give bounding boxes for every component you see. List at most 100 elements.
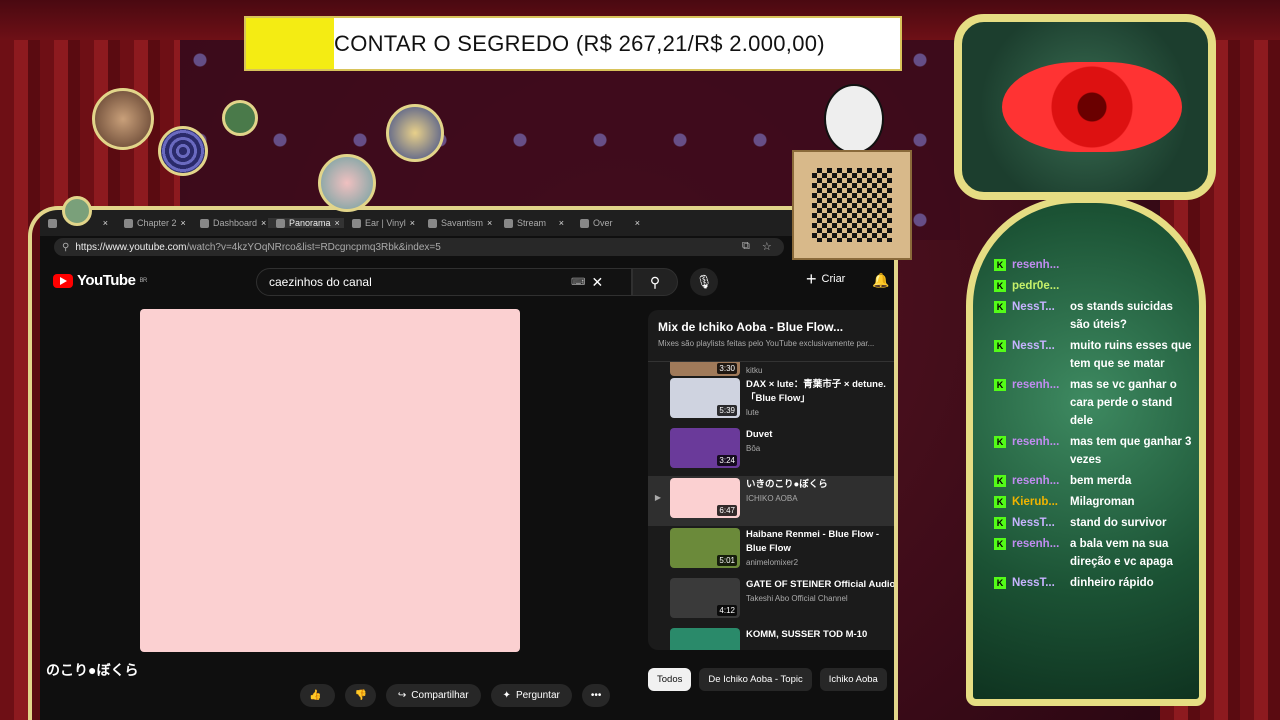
dislike-button[interactable]: 👎: [345, 684, 376, 707]
tab-strip: × Chapter 2 × Dashboard × Panorama × Ear | Viny…: [40, 210, 898, 236]
like-button[interactable]: 👍: [300, 684, 336, 707]
browser-tab[interactable]: Over ×: [572, 218, 648, 228]
playlist-item-title: DAX × lute：青葉市子 × detune.「Blue Flow」: [746, 379, 886, 404]
chat-username[interactable]: resenh...: [1012, 535, 1070, 571]
browser-tab[interactable]: Ear | Vinyl ×: [344, 218, 420, 228]
youtube-logo[interactable]: YouTube BR: [53, 272, 147, 289]
browser-tab[interactable]: Chapter 2 ×: [116, 218, 192, 228]
partial-channel: kitku: [746, 366, 763, 375]
chat-username[interactable]: resenh...: [1012, 472, 1070, 490]
video-thumbnail[interactable]: 4:12: [670, 578, 740, 618]
translate-icon[interactable]: ⧉: [742, 240, 750, 253]
create-button[interactable]: + Criar: [806, 270, 846, 288]
ask-label: Perguntar: [515, 690, 560, 701]
close-tab-icon[interactable]: ×: [261, 218, 266, 228]
bookmark-star-icon[interactable]: ☆: [762, 240, 772, 253]
site-info-icon[interactable]: ⚲: [62, 242, 69, 253]
browser-tab[interactable]: Panorama ×: [268, 218, 344, 228]
chat-username[interactable]: NessT...: [1012, 574, 1070, 592]
playlist-item[interactable]: KOMM, SUSSER TOD M-10: [648, 626, 898, 650]
notifications-bell-icon[interactable]: 🔔: [872, 272, 889, 289]
browser-tab[interactable]: Savantism ×: [420, 218, 496, 228]
close-tab-icon[interactable]: ×: [335, 218, 340, 228]
kick-badge-icon: K: [994, 496, 1006, 508]
filter-chips: Todos De Ichiko Aoba - Topic Ichiko Aoba: [648, 668, 887, 691]
voice-search-button[interactable]: 🎙: [690, 268, 718, 296]
playlist-subtitle: Mixes são playlists feitas pelo YouTube …: [658, 339, 875, 348]
chat-message: K NessT... stand do survivor: [994, 514, 1194, 532]
playlist-title[interactable]: Mix de Ichiko Aoba - Blue Flow...: [658, 320, 888, 334]
chat-text: os stands suicidas são úteis?: [1070, 301, 1173, 331]
eye-frame: [954, 14, 1216, 200]
playlist-item-title: KOMM, SUSSER TOD M-10: [746, 629, 868, 640]
avatar: [158, 126, 208, 176]
ask-button[interactable]: ✦ Perguntar: [490, 684, 572, 707]
chat-text: mas tem que ganhar 3 vezes: [1070, 436, 1192, 466]
address-bar[interactable]: ⚲ https://www.youtube.com/watch?v=4kzYOq…: [54, 238, 784, 256]
avatar: [318, 154, 376, 212]
kick-badge-icon: K: [994, 577, 1006, 589]
search-box: ⌨ ✕: [256, 268, 632, 296]
close-tab-icon[interactable]: ×: [410, 218, 415, 228]
tab-favicon-icon: [200, 218, 209, 228]
chat-text: dinheiro rápido: [1070, 577, 1154, 589]
tab-favicon-icon: [504, 218, 513, 228]
playlist-item[interactable]: 5:39 DAX × lute：青葉市子 × detune.「Blue Flow」…: [648, 376, 898, 426]
url-host: https://www.youtube.com: [75, 241, 187, 253]
search-icon: ⚲: [649, 274, 661, 290]
video-thumbnail[interactable]: 5:39: [670, 378, 740, 418]
chat-panel: Kresenh... Kpedr0e... K NessT... os stands s…: [994, 256, 1194, 595]
chat-username[interactable]: Kierub...: [1012, 493, 1070, 511]
clear-search-icon[interactable]: ✕: [591, 274, 603, 291]
video-thumbnail[interactable]: 6:47: [670, 478, 740, 518]
chat-username[interactable]: resenh...: [1012, 256, 1070, 274]
browser-tab[interactable]: Dashboard ×: [192, 218, 268, 228]
chat-username[interactable]: resenh...: [1012, 376, 1070, 430]
video-player[interactable]: [140, 309, 520, 652]
mascot-character: [824, 84, 884, 154]
chat-text: a bala vem na sua direção e vc apaga: [1070, 538, 1173, 568]
chat-username[interactable]: NessT...: [1012, 514, 1070, 532]
chat-text: muito ruins esses que tem que se matar: [1070, 340, 1192, 370]
close-tab-icon[interactable]: ×: [559, 218, 564, 228]
close-tab-icon[interactable]: ×: [181, 218, 186, 228]
filter-chip[interactable]: Ichiko Aoba: [819, 668, 887, 691]
playlist-header: Mix de Ichiko Aoba - Blue Flow... Mixes …: [648, 310, 898, 362]
playlist-item-title: Haibane Renmei - Blue Flow - Blue Flow: [746, 529, 880, 554]
sparkle-icon: ✦: [502, 690, 511, 701]
playlist-index: [652, 428, 664, 474]
video-thumbnail[interactable]: [670, 628, 740, 650]
browser-tab[interactable]: Stream ×: [496, 218, 572, 228]
chat-username[interactable]: NessT...: [1012, 298, 1070, 334]
keyboard-icon[interactable]: ⌨: [571, 277, 585, 288]
more-actions-button[interactable]: •••: [581, 684, 611, 707]
playlist-item[interactable]: 5:01 Haibane Renmei - Blue Flow - Blue Fl…: [648, 526, 898, 576]
playlist-item[interactable]: 3:24 Duvet Bôa: [648, 426, 898, 476]
chat-username[interactable]: pedr0e...: [1012, 277, 1070, 295]
video-thumbnail[interactable]: 5:01: [670, 528, 740, 568]
close-tab-icon[interactable]: ×: [103, 218, 108, 228]
tab-label: Ear | Vinyl: [365, 218, 406, 228]
close-tab-icon[interactable]: ×: [487, 218, 492, 228]
chat-text: mas se vc ganhar o cara perde o stand de…: [1070, 379, 1177, 427]
chat-message: Kresenh... bem merda: [994, 472, 1194, 490]
partial-thumbnail[interactable]: 3:30: [670, 362, 740, 376]
playlist-item[interactable]: ▶ 6:47 いきのこり●ぼくら ICHIKO AOBA: [648, 476, 898, 526]
avatar: [62, 196, 92, 226]
video-thumbnail[interactable]: 3:24: [670, 428, 740, 468]
search-input[interactable]: [267, 274, 571, 290]
filter-chip[interactable]: Todos: [648, 668, 692, 691]
kick-badge-icon: K: [994, 517, 1006, 529]
chat-username[interactable]: NessT...: [1012, 337, 1070, 373]
filter-chip[interactable]: De Ichiko Aoba - Topic: [699, 668, 812, 691]
chat-text: Milagroman: [1070, 496, 1135, 508]
close-tab-icon[interactable]: ×: [635, 218, 640, 228]
share-button[interactable]: ↪ Compartilhar: [385, 684, 481, 707]
create-label: Criar: [821, 273, 846, 285]
search-button[interactable]: ⚲: [632, 268, 678, 296]
tab-label: Savantism: [441, 218, 484, 228]
tab-favicon-icon: [124, 218, 133, 228]
playlist-item[interactable]: 4:12 GATE OF STEINER Official Audio Takesh…: [648, 576, 898, 626]
chat-username[interactable]: resenh...: [1012, 433, 1070, 469]
region-code: BR: [139, 277, 147, 284]
